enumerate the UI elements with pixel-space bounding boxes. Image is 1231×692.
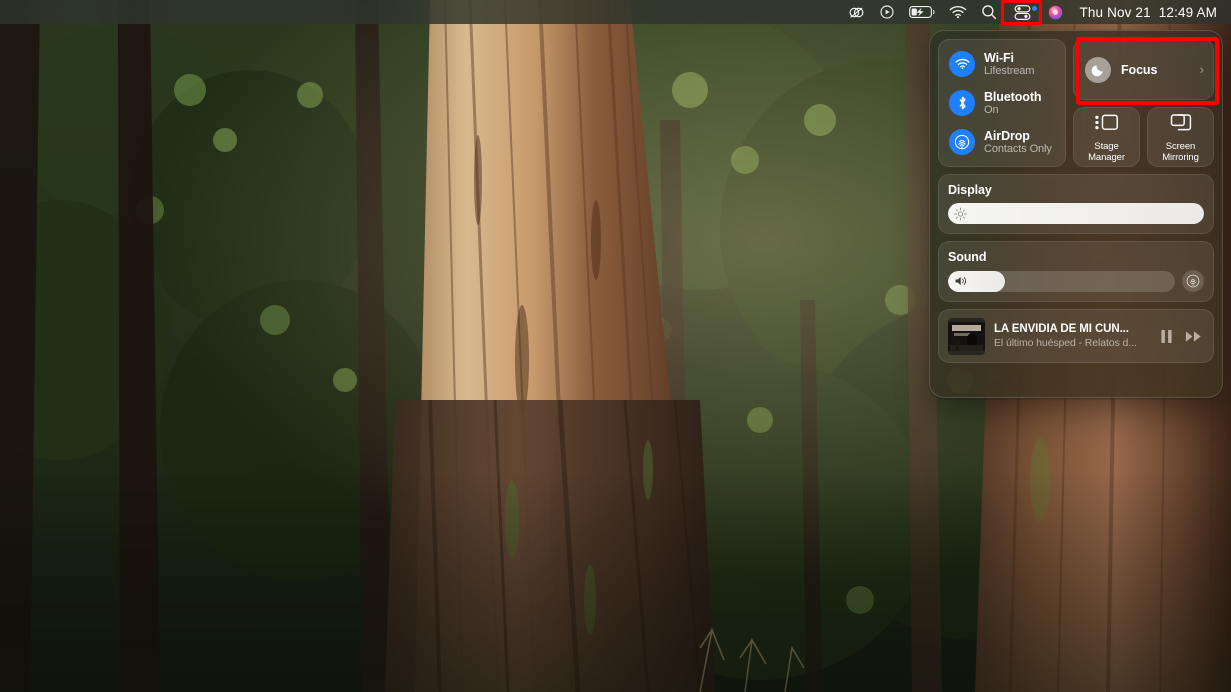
sound-tile: Sound (938, 241, 1214, 302)
control-center-right-column: Focus › Stage Manager Screen Mirroring (1073, 39, 1214, 167)
focus-label: Focus (1121, 62, 1158, 77)
moon-icon (1085, 56, 1111, 83)
now-playing-title: LA ENVIDIA DE MI CUÑ... (994, 323, 1129, 335)
now-playing-subtitle: El último huésped - Relatos d... (994, 337, 1137, 349)
display-brightness-slider[interactable] (948, 203, 1204, 224)
stage-manager-button[interactable]: Stage Manager (1073, 107, 1140, 167)
airdrop-status: Contacts Only (984, 142, 1052, 155)
sound-title: Sound (948, 250, 987, 264)
control-center-indicator-dot (1032, 6, 1038, 11)
connectivity-tile: Wi-Fi Lifestream Bluetooth On AirDrop Co… (938, 39, 1066, 167)
speaker-icon (954, 275, 968, 287)
now-playing-tile: LA ENVIDIA DE MI CUÑ... El último huéspe… (938, 309, 1214, 363)
screen-mirroring-label: Screen Mirroring (1162, 140, 1199, 163)
spotlight-search-icon[interactable] (974, 0, 1004, 24)
airdrop-icon (949, 128, 975, 155)
display-tile: Display (938, 174, 1214, 234)
podcast-artwork (948, 317, 985, 355)
wifi-menu-icon[interactable] (942, 0, 974, 24)
bluetooth-status: On (984, 103, 999, 116)
menubar-time: 12:49 AM (1158, 4, 1217, 20)
pause-icon[interactable] (1160, 329, 1173, 344)
screen-mirroring-button[interactable]: Screen Mirroring (1147, 107, 1214, 167)
focus-button[interactable]: Focus › (1073, 39, 1214, 100)
bluetooth-icon (949, 90, 975, 116)
display-slider-fill (948, 203, 1204, 224)
airplay-audio-icon[interactable] (1182, 270, 1204, 292)
stage-manager-label: Stage Manager (1088, 140, 1125, 163)
fast-forward-icon[interactable] (1185, 330, 1202, 343)
sound-slider-row (948, 270, 1204, 292)
airdrop-label: AirDrop (984, 128, 1030, 143)
display-title: Display (948, 183, 992, 197)
bluetooth-control[interactable]: Bluetooth On (939, 88, 1065, 118)
play-circle-icon[interactable] (872, 0, 902, 24)
brightness-icon (954, 207, 967, 220)
screen-mirroring-icon (1170, 113, 1192, 137)
media-controls (1160, 329, 1204, 344)
wifi-icon (949, 51, 975, 78)
wifi-control[interactable]: Wi-Fi Lifestream (939, 49, 1065, 79)
stage-manager-icon (1094, 113, 1119, 137)
bluetooth-label: Bluetooth (984, 89, 1042, 104)
control-center-icon[interactable] (1004, 0, 1041, 24)
menubar-clock[interactable]: Thu Nov 21 12:49 AM (1070, 5, 1223, 20)
wifi-label: Wi-Fi (984, 51, 1014, 65)
menubar-date: Thu Nov 21 (1079, 4, 1151, 20)
control-center-panel: Wi-Fi Lifestream Bluetooth On AirDrop Co… (929, 30, 1223, 398)
siri-icon[interactable] (1041, 0, 1070, 24)
control-center-top-row: Wi-Fi Lifestream Bluetooth On AirDrop Co… (938, 39, 1214, 167)
wifi-status: Lifestream (984, 65, 1035, 77)
battery-charging-icon[interactable] (902, 0, 942, 24)
creative-cloud-icon[interactable] (841, 0, 872, 24)
quick-tiles-row: Stage Manager Screen Mirroring (1073, 107, 1214, 167)
sound-volume-slider[interactable] (948, 270, 1175, 292)
airdrop-control[interactable]: AirDrop Contacts Only (939, 127, 1065, 157)
menu-bar: Thu Nov 21 12:49 AM (0, 0, 1231, 24)
chevron-right-icon: › (1199, 62, 1204, 77)
